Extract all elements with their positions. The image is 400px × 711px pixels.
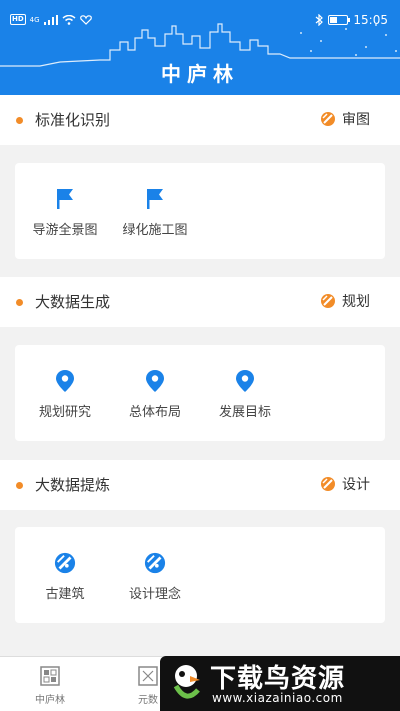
section-action-review[interactable]: 审图 xyxy=(320,109,370,129)
item-label: 古建筑 xyxy=(45,587,85,602)
section-title: 大数据提炼 xyxy=(35,476,111,494)
section-header-recognition: 标准化识别 审图 xyxy=(0,95,400,145)
section-dot xyxy=(16,299,23,306)
item-label: 设计理念 xyxy=(128,587,181,602)
item-planning-research[interactable]: 规划研究 xyxy=(25,369,105,420)
item-ancient-architecture[interactable]: 古建筑 xyxy=(25,551,105,602)
section-title: 大数据生成 xyxy=(35,293,111,311)
compass-icon xyxy=(321,294,335,308)
compass-icon xyxy=(321,112,335,126)
section-action-design[interactable]: 设计 xyxy=(320,474,370,494)
location-pin-icon xyxy=(146,370,164,392)
item-greening-drawing[interactable]: 绿化施工图 xyxy=(115,187,195,238)
section-header-refinement: 大数据提炼 设计 xyxy=(0,460,400,510)
network-icon xyxy=(138,666,158,686)
item-label: 发展目标 xyxy=(218,405,271,420)
flag-icon xyxy=(57,189,73,209)
flag-icon xyxy=(147,189,163,209)
item-label: 总体布局 xyxy=(128,405,181,420)
watermark-overlay: 下载鸟资源 www.xiazainiao.com xyxy=(160,656,400,711)
item-label: 绿化施工图 xyxy=(122,223,188,238)
section-action-label: 审图 xyxy=(342,112,370,128)
watermark-text: 下载鸟资源 xyxy=(210,664,346,694)
item-overall-layout[interactable]: 总体布局 xyxy=(115,369,195,420)
item-label: 导游全景图 xyxy=(32,223,98,238)
section-card-recognition: 导游全景图 绿化施工图 xyxy=(15,163,385,259)
compass-icon xyxy=(321,477,335,491)
bird-logo-icon xyxy=(173,665,200,699)
item-tour-panorama[interactable]: 导游全景图 xyxy=(25,187,105,238)
section-header-generation: 大数据生成 规划 xyxy=(0,277,400,327)
section-title: 标准化识别 xyxy=(35,111,111,129)
section-card-generation: 规划研究 总体布局 发展目标 xyxy=(15,345,385,441)
nav-tab-home[interactable]: 中庐林 xyxy=(20,665,80,706)
section-action-planning[interactable]: 规划 xyxy=(320,291,370,311)
item-development-goals[interactable]: 发展目标 xyxy=(205,369,285,420)
location-pin-icon xyxy=(56,370,74,392)
location-pin-icon xyxy=(236,370,254,392)
section-card-refinement: 古建筑 设计理念 xyxy=(15,527,385,623)
section-action-label: 规划 xyxy=(342,294,370,310)
item-label: 规划研究 xyxy=(38,405,91,420)
app-title: 中庐林 xyxy=(161,62,239,86)
section-dot xyxy=(16,482,23,489)
section-dot xyxy=(16,117,23,124)
app-header: HD 4G 15:05 中庐林 xyxy=(0,0,400,95)
home-grid-icon xyxy=(40,666,60,686)
section-action-label: 设计 xyxy=(342,477,370,493)
watermark-url: www.xiazainiao.com xyxy=(212,691,343,705)
nav-label: 中庐林 xyxy=(35,695,65,706)
compass-icon xyxy=(54,552,76,574)
item-design-concept[interactable]: 设计理念 xyxy=(115,551,195,602)
compass-icon xyxy=(144,552,166,574)
